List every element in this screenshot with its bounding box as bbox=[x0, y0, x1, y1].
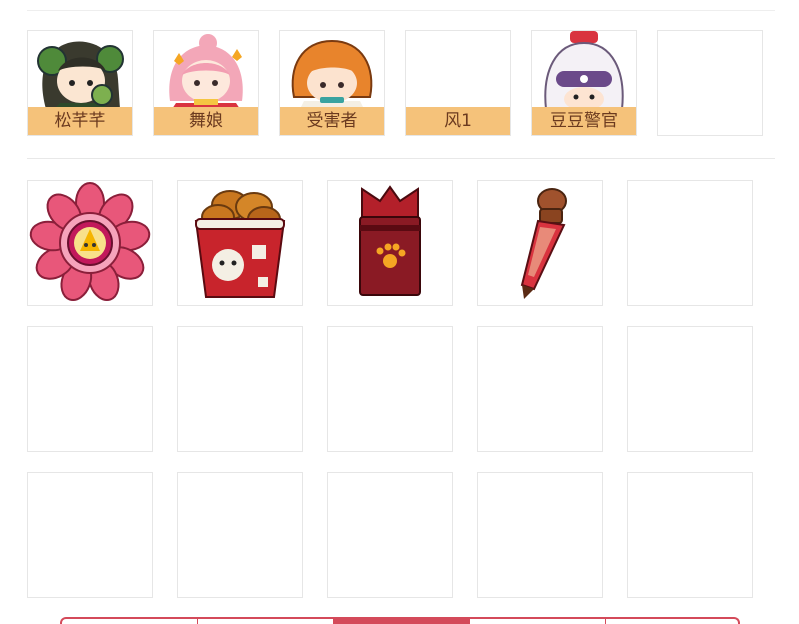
item-slot-empty[interactable] bbox=[177, 472, 303, 598]
red-paw-box-icon bbox=[359, 185, 421, 296]
character-name: 舞娘 bbox=[154, 107, 258, 135]
item-slot-empty[interactable] bbox=[27, 472, 153, 598]
bottom-tab-bar bbox=[60, 617, 740, 624]
character-card-5[interactable]: 豆豆警官 bbox=[531, 30, 637, 136]
red-potion-dropper-icon bbox=[520, 188, 567, 299]
character-slot-empty[interactable] bbox=[657, 30, 763, 136]
character-dancer-icon bbox=[169, 34, 243, 109]
bottom-tab-4[interactable] bbox=[470, 619, 606, 624]
item-slot-empty[interactable] bbox=[477, 326, 603, 452]
character-name: 松芊芊 bbox=[28, 107, 132, 135]
character-pine-girl-icon bbox=[37, 41, 124, 109]
bottom-tab-2[interactable] bbox=[198, 619, 334, 624]
pink-flower-badge-icon bbox=[29, 182, 151, 301]
item-slot-empty[interactable] bbox=[327, 326, 453, 452]
item-slot-empty[interactable] bbox=[627, 180, 753, 306]
character-name: 豆豆警官 bbox=[532, 107, 636, 135]
item-slot-2[interactable] bbox=[177, 180, 303, 306]
inventory-page: 松芊芊 舞娘 受害者 风1 豆豆警官 bbox=[0, 0, 799, 624]
item-slot-empty[interactable] bbox=[627, 326, 753, 452]
item-slot-empty[interactable] bbox=[27, 326, 153, 452]
character-card-3[interactable]: 受害者 bbox=[279, 30, 385, 136]
character-card-2[interactable]: 舞娘 bbox=[153, 30, 259, 136]
item-slot-empty[interactable] bbox=[177, 326, 303, 452]
item-slot-empty[interactable] bbox=[327, 472, 453, 598]
character-card-4[interactable]: 风1 bbox=[405, 30, 511, 136]
item-slot-empty[interactable] bbox=[627, 472, 753, 598]
item-slot-empty[interactable] bbox=[477, 472, 603, 598]
item-slot-4[interactable] bbox=[477, 180, 603, 306]
character-officer-icon bbox=[544, 31, 624, 109]
item-slot-1[interactable] bbox=[27, 180, 153, 306]
fried-chicken-bucket-icon bbox=[194, 190, 286, 298]
character-name: 风1 bbox=[406, 107, 510, 135]
character-card-1[interactable]: 松芊芊 bbox=[27, 30, 133, 136]
character-name: 受害者 bbox=[280, 107, 384, 135]
item-slot-3[interactable] bbox=[327, 180, 453, 306]
bottom-tab-1[interactable] bbox=[62, 619, 198, 624]
top-divider bbox=[27, 10, 775, 11]
section-divider bbox=[27, 158, 775, 159]
bottom-tab-3[interactable] bbox=[334, 619, 470, 624]
character-victim-icon bbox=[291, 39, 373, 109]
